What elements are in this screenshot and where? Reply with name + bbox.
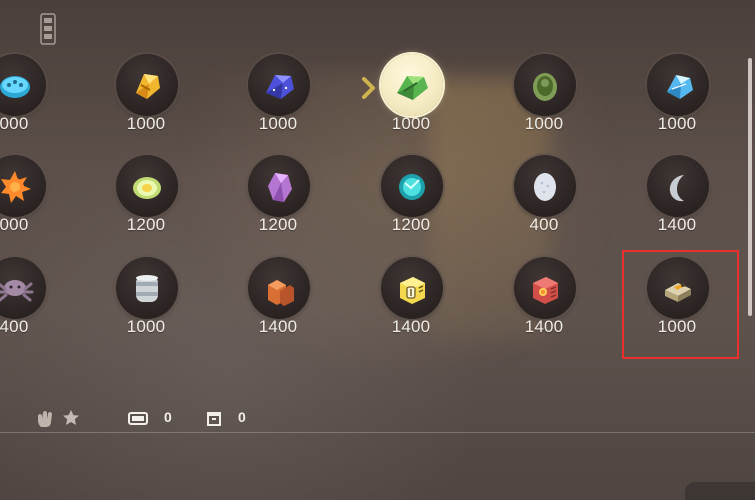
green-stone-icon	[533, 73, 557, 101]
shop-slot[interactable]: 1200	[367, 155, 455, 251]
corner-overlay	[685, 482, 755, 500]
shop-slot[interactable]: 1000	[500, 54, 588, 150]
blue-gem-icon	[266, 75, 294, 99]
price-label: 000	[0, 114, 29, 133]
shop-slot[interactable]: 1400	[633, 155, 721, 251]
price-label: 400	[529, 215, 559, 234]
shop-slot[interactable]: 1400	[234, 257, 322, 353]
shop-slot[interactable]: 1000	[633, 54, 721, 150]
orange-star-icon	[1, 171, 31, 203]
storage-box-icon	[207, 412, 221, 426]
price-label: 000	[0, 215, 29, 234]
price-label: 1000	[524, 114, 564, 133]
amber-crystal-icon	[136, 74, 160, 99]
price-label: 1000	[657, 114, 697, 133]
shop-slot[interactable]: 400	[500, 155, 588, 251]
shop-slot[interactable]: 1000	[102, 54, 190, 150]
green-crystal-icon	[397, 76, 428, 100]
price-label: 1000	[391, 114, 431, 133]
bottom-divider	[0, 432, 755, 433]
purple-spider-icon	[0, 280, 34, 302]
price-label: 1400	[657, 215, 697, 234]
storage-count: 0	[238, 409, 246, 425]
shop-slot[interactable]: 1000	[234, 54, 322, 150]
purple-crystal-icon	[268, 173, 292, 202]
green-egg-icon	[133, 177, 161, 199]
price-label: 1400	[391, 317, 431, 336]
price-label: 1200	[126, 215, 166, 234]
shop-slot[interactable]: 1400	[500, 257, 588, 353]
cart-count: 0	[164, 409, 172, 425]
shop-slot[interactable]: 1400	[367, 257, 455, 353]
price-label: 1200	[391, 215, 431, 234]
orange-blocks-icon	[268, 280, 294, 306]
blue-diamond-icon	[667, 75, 693, 99]
red-box-icon	[533, 277, 558, 304]
teal-orb-icon	[399, 174, 425, 200]
yellow-box-icon	[400, 277, 425, 304]
blue-disc-icon	[0, 76, 30, 98]
price-label: 1200	[258, 215, 298, 234]
shop-slot[interactable]: 000	[0, 155, 58, 251]
white-egg-icon	[534, 173, 556, 201]
shop-slot[interactable]: 400	[0, 257, 58, 353]
cart-icon	[128, 412, 148, 425]
bottom-status-bar: 0 0	[0, 401, 755, 434]
shop-slot[interactable]: 1200	[234, 155, 322, 251]
star-icon	[63, 410, 79, 425]
moon-icon	[669, 175, 684, 202]
silver-barrel-icon	[136, 275, 158, 302]
machine-part-icon	[665, 283, 691, 302]
shop-slot-highlighted[interactable]: 1000	[633, 257, 721, 353]
price-label: 1000	[258, 114, 298, 133]
shop-slot[interactable]: 000	[0, 54, 58, 150]
shop-slot[interactable]: 1200	[102, 155, 190, 251]
price-label: 400	[0, 317, 29, 336]
shop-slot-selected[interactable]: 1000	[367, 54, 455, 150]
price-label: 1400	[524, 317, 564, 336]
price-label: 1000	[657, 317, 697, 336]
vertical-scrollbar[interactable]	[748, 58, 752, 316]
price-label: 1400	[258, 317, 298, 336]
price-label: 1000	[126, 114, 166, 133]
hand-icon	[38, 411, 52, 427]
price-label: 1000	[126, 317, 166, 336]
shop-slot[interactable]: 1000	[102, 257, 190, 353]
